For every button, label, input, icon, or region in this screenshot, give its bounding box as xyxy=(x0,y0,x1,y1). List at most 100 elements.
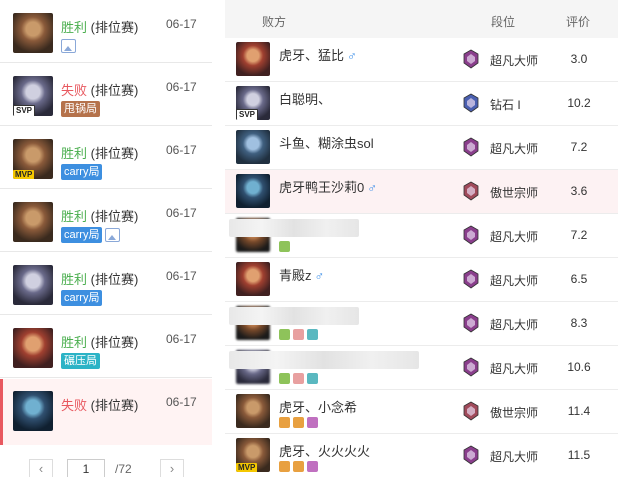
table-row[interactable]: SVP 白聪明、 钻石 I 10.2 xyxy=(225,82,618,126)
player-name[interactable]: 虎牙、小念希 xyxy=(279,397,357,416)
champion-avatar xyxy=(13,13,53,53)
table-header: 败方 段位 评价 xyxy=(225,0,618,38)
rank-emblem-icon xyxy=(462,313,480,333)
match-title: 胜利 (排位赛) xyxy=(61,332,138,351)
table-row[interactable]: MVP 虎牙、火火火火 超凡大师 11.5 xyxy=(225,434,618,477)
tag-icon xyxy=(293,417,304,428)
match-date: 06-17 xyxy=(166,395,197,409)
player-name[interactable]: 虎牙、火火火火 xyxy=(279,441,370,460)
player-name-text: 虎牙、火火火火 xyxy=(279,444,371,459)
champion-avatar xyxy=(13,202,53,242)
match-type: (排位赛) xyxy=(87,146,139,161)
tag-icon xyxy=(293,461,304,472)
score-value: 3.0 xyxy=(570,52,588,66)
player-name[interactable]: 青殿z ♂ xyxy=(279,265,324,284)
match-title: 胜利 (排位赛) xyxy=(61,143,138,162)
table-row[interactable]: 青殿z ♂ 超凡大师 6.5 xyxy=(225,258,618,302)
table-row[interactable]: 斗鱼、糊涂虫sol 超凡大师 7.2 xyxy=(225,126,618,170)
match-result: 胜利 xyxy=(61,20,88,35)
player-name-text: 虎牙鸭王沙莉0 xyxy=(279,180,365,195)
rank-emblem-icon xyxy=(462,225,480,245)
rank-emblem-icon xyxy=(462,357,480,377)
mvp-badge: MVP xyxy=(13,170,35,179)
rank-label: 超凡大师 xyxy=(490,362,539,376)
tag-icon xyxy=(279,417,290,428)
match-type: (排位赛) xyxy=(87,209,139,224)
header-rank: 段位 xyxy=(491,15,516,29)
match-item[interactable]: 胜利 (排位赛) 06-17 carry局 xyxy=(0,253,212,315)
champion-avatar xyxy=(13,265,53,305)
table-row[interactable]: 超凡大师 8.3 xyxy=(225,302,618,346)
photo-icon[interactable] xyxy=(105,228,121,242)
match-item[interactable]: 胜利 (排位赛) 06-17 碾压局 xyxy=(0,316,212,378)
player-name[interactable]: 斗鱼、糊涂虫sol xyxy=(279,133,374,152)
score-value: 11.4 xyxy=(567,404,591,418)
match-title: 胜利 (排位赛) xyxy=(61,17,138,36)
match-date: 06-17 xyxy=(166,332,197,346)
table-row[interactable]: 超凡大师 7.2 xyxy=(225,214,618,258)
next-page-button[interactable]: › xyxy=(160,459,184,477)
champion-avatar xyxy=(236,42,270,76)
table-row[interactable]: 虎牙、猛比 ♂ 超凡大师 3.0 xyxy=(225,38,618,82)
match-type: (排位赛) xyxy=(87,272,139,287)
male-icon: ♂ xyxy=(314,268,325,283)
player-name-text: 斗鱼、糊涂虫sol xyxy=(279,136,374,151)
match-type: (排位赛) xyxy=(87,83,139,98)
match-tags: 碾压局 xyxy=(61,353,100,369)
player-name[interactable]: 白聪明、 xyxy=(279,89,331,108)
match-tags: carry局 xyxy=(61,290,103,306)
player-name-text: 虎牙、小念希 xyxy=(279,400,358,415)
match-title: 失败 (排位赛) xyxy=(61,395,138,414)
champion-avatar xyxy=(13,391,53,431)
mvp-badge: MVP xyxy=(236,463,258,472)
player-tags xyxy=(279,373,318,384)
score-value: 7.2 xyxy=(570,140,588,154)
champion-avatar xyxy=(236,262,270,296)
player-name[interactable]: 虎牙、猛比 ♂ xyxy=(279,45,357,64)
prev-page-button[interactable]: ‹ xyxy=(29,459,53,477)
match-title: 失败 (排位赛) xyxy=(61,80,138,99)
match-tags xyxy=(61,38,76,53)
table-row[interactable]: 超凡大师 10.6 xyxy=(225,346,618,390)
match-item[interactable]: 胜利 (排位赛) 06-17 carry局 xyxy=(0,190,212,252)
match-type: (排位赛) xyxy=(87,398,139,413)
match-item[interactable]: MVP 胜利 (排位赛) 06-17 carry局 xyxy=(0,127,212,189)
champion-avatar xyxy=(236,394,270,428)
champion-avatar xyxy=(236,174,270,208)
blurred-name xyxy=(229,219,359,237)
header-team: 败方 xyxy=(262,15,287,29)
match-item[interactable]: 胜利 (排位赛) 06-17 xyxy=(0,1,212,63)
match-detail-table: 败方 段位 评价 虎牙、猛比 ♂ 超凡大师 3.0 SVP 白聪明、 钻石 I 10.2 斗鱼、… xyxy=(225,0,618,477)
rank-emblem-icon xyxy=(462,137,480,157)
tag-icon xyxy=(307,461,318,472)
match-item[interactable]: 失败 (排位赛) 06-17 xyxy=(0,379,212,445)
match-type: (排位赛) xyxy=(87,20,139,35)
score-value: 8.3 xyxy=(570,316,588,330)
match-item[interactable]: SVP 失败 (排位赛) 06-17 甩锅局 xyxy=(0,64,212,126)
table-row[interactable]: 虎牙、小念希 傲世宗师 11.4 xyxy=(225,390,618,434)
rank-emblem-icon xyxy=(462,269,480,289)
table-row[interactable]: 虎牙鸭王沙莉0 ♂ 傲世宗师 3.6 xyxy=(225,170,618,214)
rank-label: 傲世宗师 xyxy=(490,186,539,200)
score-value: 6.5 xyxy=(570,272,588,286)
player-name[interactable]: 虎牙鸭王沙莉0 ♂ xyxy=(279,177,377,196)
rank-label: 傲世宗师 xyxy=(490,406,539,420)
player-tags xyxy=(279,241,290,252)
tag-icon xyxy=(293,373,304,384)
match-title: 胜利 (排位赛) xyxy=(61,206,138,225)
page-input[interactable]: 1 xyxy=(67,459,105,477)
player-name-text: 白聪明、 xyxy=(279,92,332,107)
match-date: 06-17 xyxy=(166,80,197,94)
svp-badge: SVP xyxy=(13,105,36,116)
tag-icon xyxy=(293,329,304,340)
rank-emblem-icon xyxy=(462,181,480,201)
score-value: 11.5 xyxy=(567,448,591,462)
rank-label: 超凡大师 xyxy=(490,230,539,244)
champion-avatar: MVP xyxy=(13,139,53,179)
match-date: 06-17 xyxy=(166,269,197,283)
photo-icon[interactable] xyxy=(61,39,76,53)
score-value: 7.2 xyxy=(570,228,588,242)
tag-icon xyxy=(279,241,290,252)
player-tags xyxy=(279,461,318,472)
page-total: /72 xyxy=(115,462,132,476)
